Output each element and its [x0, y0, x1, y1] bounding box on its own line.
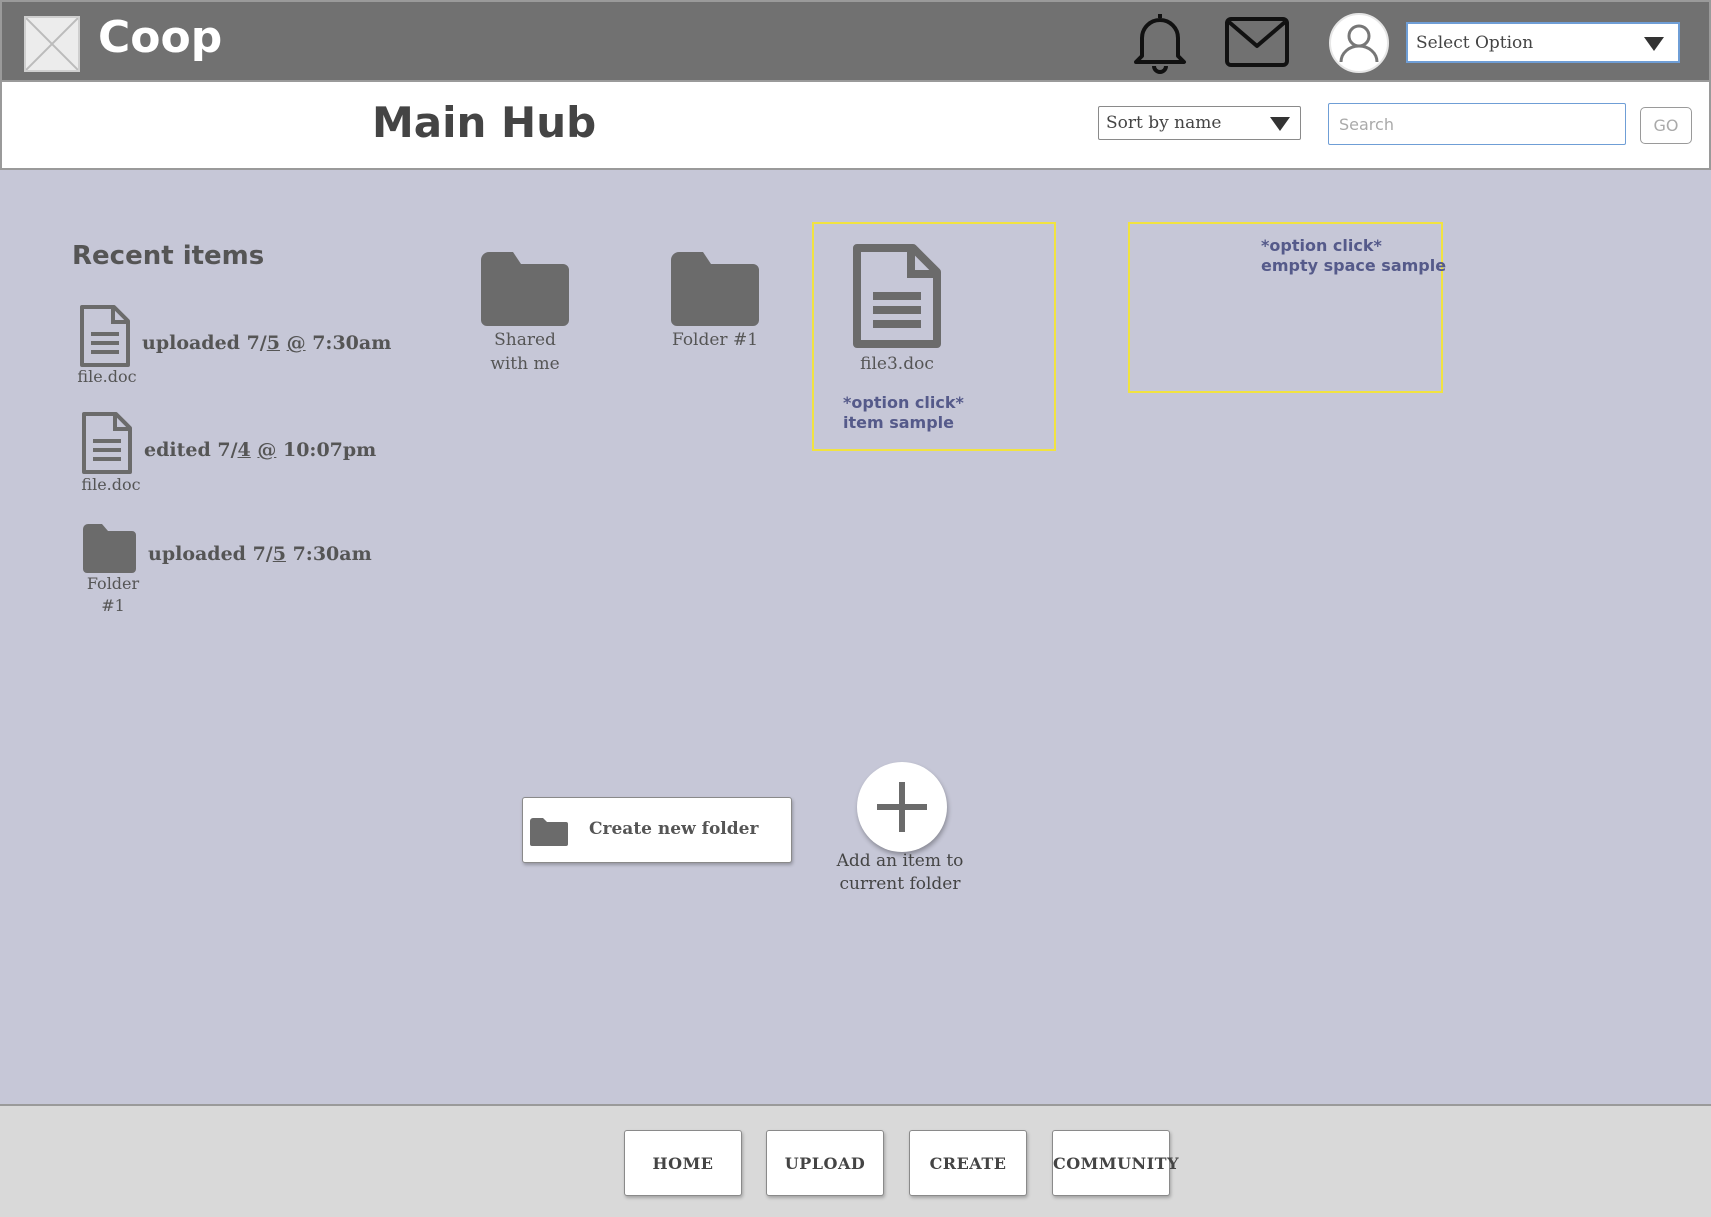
logo-placeholder-image [24, 16, 80, 72]
recent-item-meta: edited 7/4 @ 10:07pm [144, 439, 377, 461]
nav-community-button[interactable]: COMMUNITY [1052, 1130, 1178, 1196]
create-new-folder-button[interactable]: Create new folder [522, 797, 792, 863]
add-item-label: Add an item to current folder [836, 851, 964, 894]
folder-label: Shared with me [490, 330, 560, 374]
empty-space-sample-note: *option click* empty space sample [1261, 236, 1447, 275]
recent-item-meta: uploaded 7/5 @ 7:30am [142, 332, 392, 354]
sub-header: Main Hub Sort by name GO [0, 82, 1711, 170]
recent-item[interactable]: file.doc edited 7/4 @ 10:07pm [70, 411, 430, 507]
page-title: Main Hub [372, 98, 597, 147]
nav-upload-button[interactable]: UPLOAD [766, 1130, 884, 1196]
recent-item-name: Folder #1 [86, 574, 140, 614]
recent-item-name: file.doc [77, 367, 137, 386]
recent-item[interactable]: file.doc uploaded 7/5 @ 7:30am [70, 304, 430, 400]
search-input[interactable] [1328, 103, 1626, 145]
document-icon [80, 305, 130, 367]
chevron-down-icon [1270, 117, 1290, 131]
file3-doc[interactable]: file3.doc [842, 244, 952, 376]
top-bar: Coop Select Option [0, 0, 1711, 82]
file-label: file3.doc [860, 354, 934, 374]
nav-create-button[interactable]: CREATE [909, 1130, 1027, 1196]
bell-icon[interactable] [1128, 10, 1192, 74]
document-icon [82, 412, 132, 474]
sort-select-value: Sort by name [1106, 113, 1222, 133]
create-new-folder-label: Create new folder [589, 819, 759, 839]
bottom-nav-bar: HOME UPLOAD CREATE COMMUNITY [0, 1104, 1711, 1217]
folder-icon [83, 524, 136, 573]
item-sample-note: *option click* item sample [843, 393, 964, 432]
document-icon [853, 244, 941, 348]
chevron-down-icon [1644, 37, 1664, 51]
recent-item-name: file.doc [81, 475, 141, 494]
add-item-button[interactable] [857, 762, 947, 852]
sort-select[interactable]: Sort by name [1098, 106, 1301, 140]
go-button[interactable]: GO [1640, 107, 1692, 144]
account-select[interactable]: Select Option [1406, 22, 1680, 63]
folder-label: Folder #1 [671, 330, 759, 350]
avatar-icon[interactable] [1328, 12, 1390, 74]
account-select-value: Select Option [1416, 33, 1534, 53]
app-title: Coop [98, 12, 223, 63]
recent-item-meta: uploaded 7/5 7:30am [148, 543, 372, 565]
folder-1[interactable]: Folder #1 [660, 250, 770, 352]
mail-icon[interactable] [1224, 16, 1290, 68]
folder-icon [530, 818, 568, 846]
folder-icon [481, 252, 569, 326]
recent-items-title: Recent items [72, 241, 265, 271]
recent-item[interactable]: Folder #1 uploaded 7/5 7:30am [70, 518, 430, 614]
folder-shared-with-me[interactable]: Shared with me [470, 250, 580, 376]
folder-icon [671, 252, 759, 326]
nav-home-button[interactable]: HOME [624, 1130, 742, 1196]
plus-icon [877, 782, 927, 832]
